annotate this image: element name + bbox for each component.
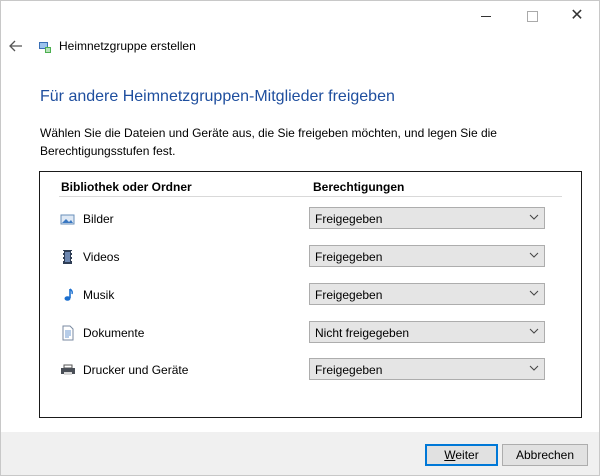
permission-select-music[interactable]: Freigegeben bbox=[309, 283, 545, 305]
next-button-label: Weiter bbox=[444, 448, 479, 462]
permission-select-printers[interactable]: Freigegeben bbox=[309, 358, 545, 380]
sharing-panel: Bibliothek oder Ordner Berechtigungen Bi… bbox=[39, 171, 582, 418]
share-row-printers: Drucker und Geräte Freigegeben bbox=[40, 358, 581, 382]
minimize-icon bbox=[481, 15, 491, 17]
title-bar: ✕ bbox=[1, 1, 599, 31]
pictures-icon bbox=[60, 214, 75, 225]
select-value: Freigegeben bbox=[315, 363, 383, 377]
cancel-button[interactable]: Abbrechen bbox=[502, 444, 588, 466]
printer-icon bbox=[61, 364, 75, 375]
navigation-bar: Heimnetzgruppe erstellen bbox=[1, 31, 599, 61]
row-label: Dokumente bbox=[83, 326, 145, 340]
chevron-down-icon bbox=[529, 290, 539, 296]
next-button[interactable]: Weiter bbox=[425, 444, 498, 466]
page-description: Wählen Sie die Dateien und Geräte aus, d… bbox=[40, 126, 497, 158]
maximize-button[interactable] bbox=[509, 1, 555, 31]
select-value: Freigegeben bbox=[315, 212, 383, 226]
row-label: Musik bbox=[83, 288, 115, 302]
permission-select-videos[interactable]: Freigegeben bbox=[309, 245, 545, 267]
row-label: Videos bbox=[83, 250, 120, 264]
close-icon: ✕ bbox=[570, 7, 584, 24]
maximize-icon bbox=[526, 10, 538, 22]
dialog-title: Heimnetzgruppe erstellen bbox=[59, 39, 196, 53]
header-divider bbox=[59, 196, 562, 197]
close-button[interactable]: ✕ bbox=[554, 1, 600, 31]
minimize-button[interactable] bbox=[463, 1, 509, 31]
row-label: Bilder bbox=[83, 212, 114, 226]
back-button[interactable] bbox=[7, 37, 25, 55]
page-heading: Für andere Heimnetzgruppen-Mitglieder fr… bbox=[40, 88, 395, 105]
row-label: Drucker und Geräte bbox=[83, 363, 189, 377]
column-header-library: Bibliothek oder Ordner bbox=[61, 180, 192, 194]
column-header-permissions: Berechtigungen bbox=[313, 180, 405, 194]
permission-select-documents[interactable]: Nicht freigegeben bbox=[309, 321, 545, 343]
select-value: Nicht freigegeben bbox=[315, 326, 410, 340]
videos-icon bbox=[63, 250, 72, 264]
cancel-button-label: Abbrechen bbox=[515, 448, 575, 462]
share-row-videos: Videos Freigegeben bbox=[40, 245, 581, 269]
select-value: Freigegeben bbox=[315, 288, 383, 302]
homegroup-icon bbox=[39, 42, 51, 53]
back-arrow-icon bbox=[9, 40, 22, 52]
documents-icon bbox=[62, 325, 74, 341]
select-value: Freigegeben bbox=[315, 250, 383, 264]
permission-select-pictures[interactable]: Freigegeben bbox=[309, 207, 545, 229]
share-row-music: Musik Freigegeben bbox=[40, 283, 581, 307]
music-icon bbox=[64, 288, 73, 301]
share-row-pictures: Bilder Freigegeben bbox=[40, 207, 581, 231]
homegroup-dialog: ✕ Heimnetzgruppe erstellen Für andere He… bbox=[0, 0, 600, 476]
share-row-documents: Dokumente Nicht freigegeben bbox=[40, 321, 581, 345]
chevron-down-icon bbox=[529, 328, 539, 334]
chevron-down-icon bbox=[529, 252, 539, 258]
chevron-down-icon bbox=[529, 365, 539, 371]
dialog-footer: Weiter Abbrechen bbox=[1, 432, 599, 475]
chevron-down-icon bbox=[529, 214, 539, 220]
